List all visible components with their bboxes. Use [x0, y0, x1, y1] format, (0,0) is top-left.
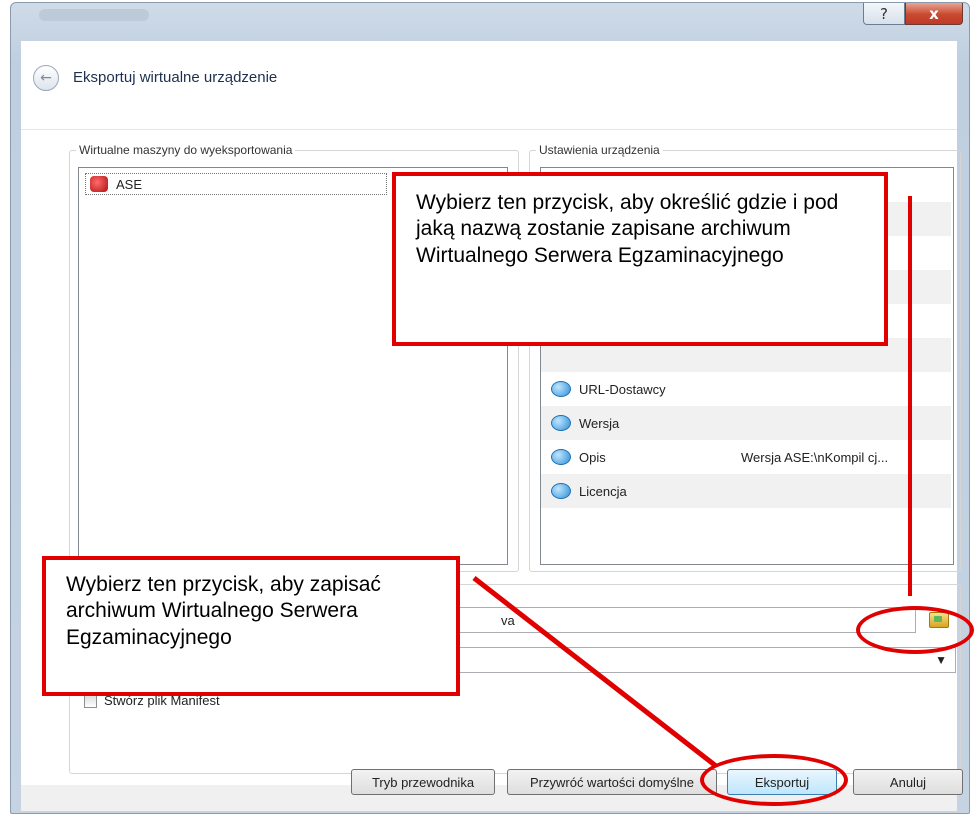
export-button-highlight — [700, 754, 848, 806]
close-icon: x — [929, 4, 939, 23]
vm-group-label: Wirtualne maszyny do wyeksportowania — [76, 143, 296, 157]
settings-row-license[interactable]: Licencja — [541, 474, 951, 508]
callout-save-archive: Wybierz ten przycisk, aby zapisać archiw… — [42, 556, 460, 696]
callout-save-archive-text: Wybierz ten przycisk, aby zapisać archiw… — [66, 573, 381, 649]
restore-defaults-button[interactable]: Przywróć wartości domyślne — [507, 769, 717, 795]
window-title-blur — [39, 9, 149, 21]
property-value: Wersja ASE:\nKompil cj... — [741, 449, 889, 465]
property-label: Opis — [579, 449, 606, 465]
property-label: URL-Dostawcy — [579, 381, 666, 397]
speech-bubble-icon — [551, 415, 571, 431]
property-label: Licencja — [579, 483, 627, 499]
speech-bubble-icon — [551, 483, 571, 499]
settings-row-description[interactable]: Opis Wersja ASE:\nKompil cj... — [541, 440, 951, 474]
back-button[interactable]: ← — [33, 65, 59, 91]
vm-item-name: ASE — [116, 176, 143, 192]
callout-choose-location-text: Wybierz ten przycisk, aby określić gdzie… — [416, 191, 839, 267]
cancel-button[interactable]: Anuluj — [853, 769, 963, 795]
settings-row-version[interactable]: Wersja — [541, 406, 951, 440]
back-arrow-icon: ← — [40, 70, 52, 86]
property-label: Wersja — [579, 415, 620, 431]
settings-group-label: Ustawienia urządzenia — [536, 143, 663, 157]
settings-row-url[interactable]: URL-Dostawcy — [541, 372, 951, 406]
callout-choose-location: Wybierz ten przycisk, aby określić gdzie… — [392, 172, 888, 346]
close-button[interactable]: x — [905, 3, 963, 25]
chevron-down-icon: ▼ — [935, 653, 947, 667]
speech-bubble-icon — [551, 449, 571, 465]
help-icon: ? — [880, 4, 888, 23]
callout-pointer-vertical — [908, 196, 912, 596]
folder-button-highlight — [856, 606, 974, 654]
speech-bubble-icon — [551, 381, 571, 397]
manifest-checkbox[interactable] — [84, 695, 97, 708]
virtual-machine-icon — [90, 176, 108, 192]
file-path-text: va — [501, 612, 515, 628]
dialog-title: Eksportuj wirtualne urządzenie — [73, 69, 278, 86]
guided-mode-button[interactable]: Tryb przewodnika — [351, 769, 495, 795]
help-button[interactable]: ? — [863, 3, 905, 25]
vm-list-item-ase[interactable]: ASE — [85, 173, 387, 195]
dialog-header: ← Eksportuj wirtualne urządzenie — [21, 41, 957, 101]
